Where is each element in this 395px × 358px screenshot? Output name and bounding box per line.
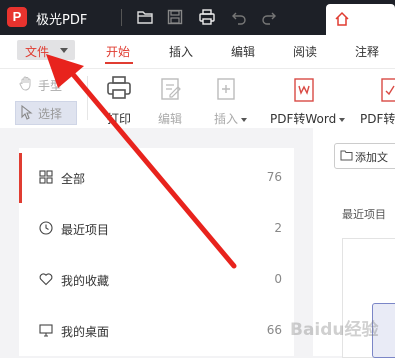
watermark: Baidu经验: [290, 320, 379, 340]
annotation-arrow: [46, 54, 237, 269]
